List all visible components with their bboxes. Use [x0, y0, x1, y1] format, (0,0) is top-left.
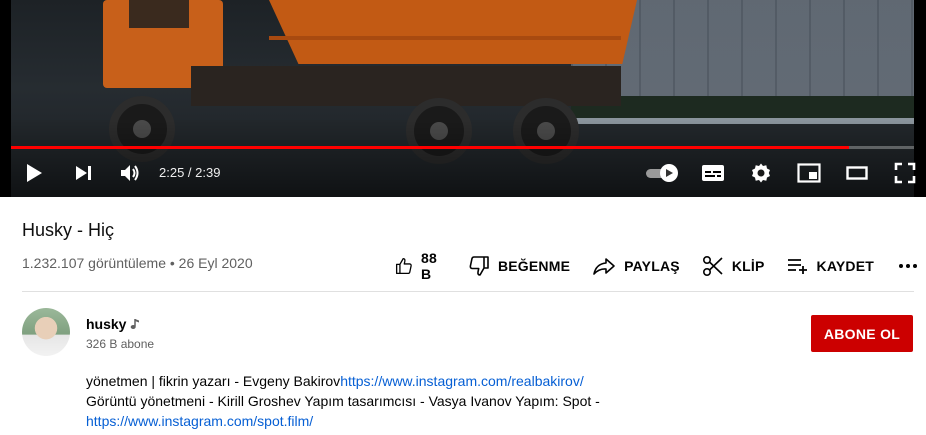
miniplayer-button[interactable]	[796, 158, 822, 188]
share-icon	[593, 258, 615, 275]
channel-avatar[interactable]	[22, 308, 70, 356]
progress-bar[interactable]	[11, 146, 914, 149]
truck-cab-window	[129, 0, 189, 28]
background-hedge	[571, 96, 914, 118]
video-actions: 88 B BEĞENME PAYLAŞ KLİP KAYDET	[395, 250, 926, 282]
miniplayer-icon	[797, 163, 821, 183]
thumbs-down-icon	[469, 256, 489, 276]
next-button[interactable]	[70, 158, 96, 188]
play-icon	[27, 164, 42, 182]
thumbs-up-icon	[395, 257, 412, 275]
music-note-icon	[130, 319, 139, 329]
clip-button[interactable]: KLİP	[702, 253, 765, 279]
settings-button[interactable]	[749, 158, 773, 188]
subtitles-button[interactable]	[700, 158, 726, 188]
save-label: KAYDET	[816, 258, 874, 274]
more-actions-button[interactable]	[898, 253, 926, 279]
like-button[interactable]: 88 B	[395, 250, 446, 282]
dislike-button[interactable]: BEĞENME	[468, 253, 570, 279]
dislike-label: BEĞENME	[497, 258, 571, 274]
fullscreen-icon	[894, 162, 916, 184]
director-instagram-link[interactable]: https://www.instagram.com/realbakirov/	[340, 373, 584, 389]
volume-icon	[121, 165, 139, 181]
subtitles-icon	[702, 165, 724, 181]
save-button[interactable]: KAYDET	[787, 253, 874, 279]
description-line: Görüntü yönetmeni - Kirill Groshev Yapım…	[86, 393, 600, 409]
section-divider	[22, 291, 914, 292]
description-line: https://www.instagram.com/spot.film/	[86, 411, 686, 431]
studio-instagram-link[interactable]: https://www.instagram.com/spot.film/	[86, 413, 313, 429]
progress-bar-played	[11, 146, 849, 149]
share-button[interactable]: PAYLAŞ	[592, 253, 680, 279]
truck-body-rib	[269, 36, 621, 40]
fullscreen-button[interactable]	[893, 158, 917, 188]
volume-button[interactable]	[117, 158, 143, 188]
clip-label: KLİP	[731, 258, 765, 274]
video-meta: 1.232.107 görüntüleme • 26 Eyl 2020	[22, 255, 253, 271]
video-title: Husky - Hiç	[22, 220, 115, 240]
subscriber-count: 326 B abone	[86, 337, 155, 351]
like-count: 88 B	[421, 250, 438, 282]
share-label: PAYLAŞ	[624, 258, 680, 274]
description-line: yönetmen | fikrin yazarı - Evgeny Bakiro…	[86, 371, 686, 391]
theater-mode-icon	[846, 166, 868, 180]
scissors-icon	[702, 255, 723, 277]
channel-name[interactable]: husky	[86, 316, 126, 332]
video-player[interactable]: 2:25 / 2:39	[0, 0, 926, 197]
play-button[interactable]	[20, 158, 48, 188]
autoplay-toggle-icon	[646, 164, 678, 182]
more-horizontal-icon	[899, 264, 917, 268]
playlist-add-icon	[787, 259, 807, 274]
truck-dump-body	[269, 0, 637, 64]
autoplay-toggle[interactable]	[645, 158, 681, 188]
next-icon	[76, 166, 91, 180]
subscribe-button[interactable]: ABONE OL	[811, 315, 913, 352]
director-credit: yönetmen | fikrin yazarı - Evgeny Bakiro…	[86, 373, 341, 389]
video-description: yönetmen | fikrin yazarı - Evgeny Bakiro…	[86, 371, 686, 431]
time-display: 2:25 / 2:39	[159, 165, 221, 180]
theater-mode-button[interactable]	[845, 158, 869, 188]
gear-icon	[752, 163, 770, 183]
